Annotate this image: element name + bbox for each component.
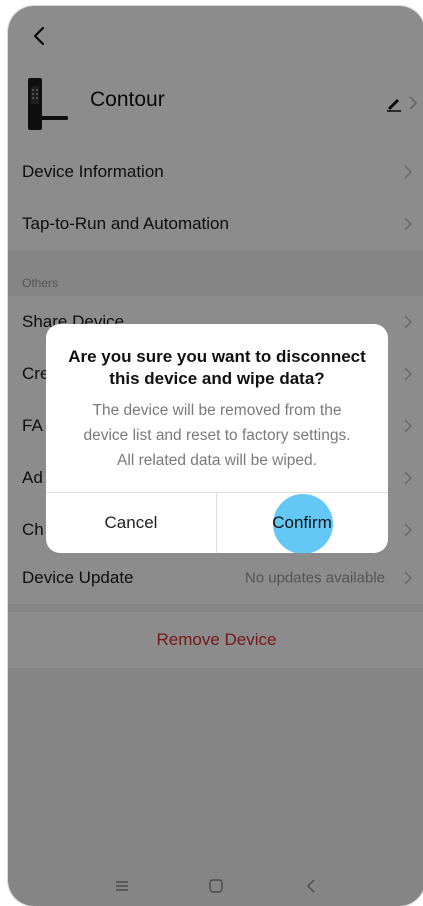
dialog-title: Are you sure you want to disconnect this… [58, 346, 376, 390]
dialog-message-line: The device will be removed from the [92, 402, 342, 419]
dialog-message: The device will be removed from the devi… [60, 398, 374, 473]
cancel-button[interactable]: Cancel [46, 493, 216, 553]
dialog-message-line: device list and reset to factory setting… [83, 427, 351, 444]
device-settings-screen: Contour Device Information Tap-to-Run an… [8, 6, 423, 906]
confirm-button[interactable]: Confirm [217, 493, 387, 553]
disconnect-dialog: Are you sure you want to disconnect this… [46, 324, 388, 553]
dialog-message-line: All related data will be wiped. [117, 452, 317, 469]
confirm-label: Confirm [272, 513, 332, 532]
dialog-title-line: Are you sure you want to disconnect [68, 347, 366, 366]
dialog-title-line: this device and wipe data? [109, 369, 325, 388]
phone-frame: Contour Device Information Tap-to-Run an… [8, 6, 423, 906]
